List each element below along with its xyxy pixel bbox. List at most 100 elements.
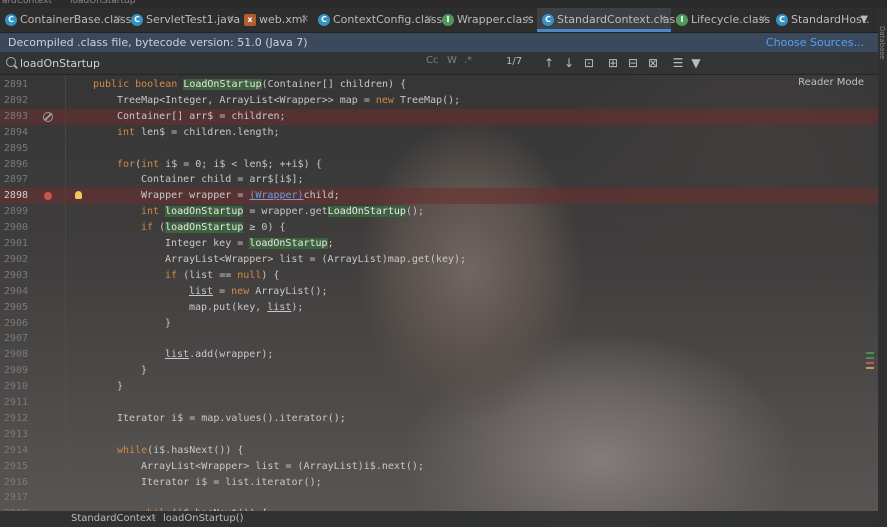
code-text: Wrapper wrapper = (Wrapper)child; [141, 190, 340, 202]
class-c-icon: C [542, 14, 554, 26]
code-text: if (loadOnStartup ≥ 0) { [141, 222, 286, 234]
breadcrumb-separator: › [152, 513, 156, 524]
editor-breadcrumb-bar: StandardContext › loadOnStartup() [0, 511, 878, 527]
choose-sources-link[interactable]: Choose Sources... [766, 33, 864, 52]
line-number: 2900 [3, 222, 28, 234]
code-line: 2917 [0, 490, 878, 506]
tab-contextconfig-class[interactable]: C ContextConfig.class ✕ [313, 8, 442, 32]
code-text: ArrayList<Wrapper> list = (ArrayList)i$.… [141, 460, 424, 472]
tab-servlettest1-java[interactable]: C ServletTest1.java ✕ [126, 8, 240, 32]
close-icon[interactable]: ✕ [227, 8, 235, 32]
whole-words-toggle[interactable]: W [447, 55, 457, 66]
line-number: 2895 [3, 142, 28, 154]
editor-tab-bar: C ContainerBase.class ✕ C ServletTest1.j… [0, 8, 878, 33]
close-icon[interactable]: ✕ [301, 8, 309, 32]
close-icon[interactable]: ✕ [425, 8, 433, 32]
code-line: 2916 Iterator i$ = list.iterator(); [0, 475, 878, 491]
breadcrumb-item[interactable]: loadOnStartup [70, 0, 135, 6]
code-line: 2897 Container child = arr$[i$]; [0, 172, 878, 188]
code-text: } [141, 365, 148, 377]
code-text: } [165, 317, 172, 329]
code-text: for(int i$ = 0; i$ < len$; ++i$) { [117, 158, 322, 170]
search-input[interactable] [20, 54, 400, 72]
error-stripe-markers[interactable] [866, 352, 874, 382]
tab-containerbase-class[interactable]: C ContainerBase.class ✕ [0, 8, 131, 32]
select-occurrence-icon[interactable]: ⊡ [581, 54, 597, 72]
code-line: 2912 Iterator i$ = map.values().iterator… [0, 411, 878, 427]
line-number: 2898 [3, 190, 28, 202]
line-number: 2912 [3, 412, 28, 424]
code-line: 2899 int loadOnStartup = wrapper.getLoad… [0, 204, 878, 220]
code-line: 2911 [0, 395, 878, 411]
code-line: 2893 Container[] arr$ = children; [0, 108, 878, 125]
line-number: 2915 [3, 460, 28, 472]
match-count: 1/7 [506, 56, 523, 67]
close-icon[interactable]: ✕ [659, 8, 667, 32]
breadcrumb-method[interactable]: loadOnStartup() [163, 513, 244, 524]
code-text: public boolean LoadOnStartup(Container[]… [93, 79, 407, 90]
code-text: Container[] arr$ = children; [117, 110, 286, 122]
code-text: int loadOnStartup = wrapper.getLoadOnSta… [141, 206, 425, 218]
line-number: 2903 [3, 269, 28, 281]
tab-wrapper-class[interactable]: I Wrapper.class ✕ [437, 8, 537, 32]
filter-options-icon[interactable]: ☰ [670, 54, 686, 72]
line-number: 2907 [3, 333, 28, 345]
breadcrumb-item[interactable]: ardContext [2, 0, 52, 6]
decompiled-message: Decompiled .class file, bytecode version… [8, 36, 308, 49]
find-bar: Cc W .* 1/7 ↑ ↓ ⊡ ⊞ ⊟ ⊠ ☰ ▼ [0, 52, 878, 75]
tab-label: StandardHost. [791, 13, 870, 26]
line-number: 2892 [3, 94, 28, 106]
tab-web-xml[interactable]: x web.xml ✕ [239, 8, 313, 32]
tab-label: web.xml [259, 13, 306, 26]
right-tool-window-bar: Database [878, 8, 887, 527]
close-icon[interactable]: ✕ [759, 8, 767, 32]
close-icon[interactable]: ✕ [525, 8, 533, 32]
code-line: 2891 public boolean LoadOnStartup(Contai… [0, 77, 878, 93]
disabled-breakpoint-icon[interactable] [43, 111, 53, 122]
xml-icon: x [244, 14, 256, 26]
reader-mode-button[interactable]: Reader Mode [798, 77, 864, 88]
remove-selection-icon[interactable]: ⊟ [625, 54, 641, 72]
line-number: 2894 [3, 126, 28, 138]
code-line: 2907 [0, 331, 878, 347]
breakpoint-icon[interactable] [44, 192, 52, 201]
code-text: if (list == null) { [165, 269, 280, 281]
line-number: 2905 [3, 301, 28, 313]
interface-icon: I [676, 14, 688, 26]
line-number: 2899 [3, 206, 28, 218]
code-text: list = new ArrayList(); [189, 285, 328, 297]
tab-standardhost-class[interactable]: C StandardHost. [771, 8, 870, 32]
code-line: 2896 for(int i$ = 0; i$ < len$; ++i$) { [0, 157, 878, 173]
add-selection-icon[interactable]: ⊞ [605, 54, 621, 72]
code-line: 2910 } [0, 379, 878, 395]
code-editor[interactable]: 2891 public boolean LoadOnStartup(Contai… [0, 75, 878, 511]
code-line: 2914 while(i$.hasNext()) { [0, 443, 878, 459]
up-arrow-icon[interactable]: ↑ [541, 54, 557, 72]
class-c-icon: C [5, 14, 17, 26]
code-line: 2903 if (list == null) { [0, 268, 878, 284]
select-all-icon[interactable]: ⊠ [645, 54, 661, 72]
lightbulb-icon[interactable] [75, 191, 82, 200]
code-line: 2900 if (loadOnStartup ≥ 0) { [0, 220, 878, 236]
code-line: 2913 [0, 427, 878, 443]
database-tool-window-tab[interactable]: Database [878, 26, 886, 59]
decompiled-notice-banner: Decompiled .class file, bytecode version… [0, 33, 878, 52]
tab-standardcontext-class[interactable]: C StandardContext.class ✕ [537, 8, 681, 32]
down-arrow-icon[interactable]: ↓ [561, 54, 577, 72]
close-icon[interactable]: ✕ [114, 8, 122, 32]
class-c-icon: C [131, 14, 143, 26]
code-text: } [117, 381, 124, 393]
search-icon[interactable] [6, 57, 16, 67]
class-c-icon: C [776, 14, 788, 26]
breadcrumb-class[interactable]: StandardContext [71, 513, 156, 524]
interface-icon: I [442, 14, 454, 26]
code-text: while(i$.hasNext()) { [117, 444, 244, 456]
code-line: 2908 list.add(wrapper); [0, 347, 878, 363]
chevron-down-icon[interactable]: ▼ [860, 8, 868, 32]
tab-lifecycle-class[interactable]: I Lifecycle.class ✕ [671, 8, 771, 32]
match-case-toggle[interactable]: Cc [426, 55, 438, 66]
filter-icon[interactable]: ▼ [688, 54, 704, 72]
line-number: 2910 [3, 381, 28, 393]
code-text: Iterator i$ = list.iterator(); [141, 476, 322, 488]
regex-toggle[interactable]: .* [464, 55, 472, 66]
